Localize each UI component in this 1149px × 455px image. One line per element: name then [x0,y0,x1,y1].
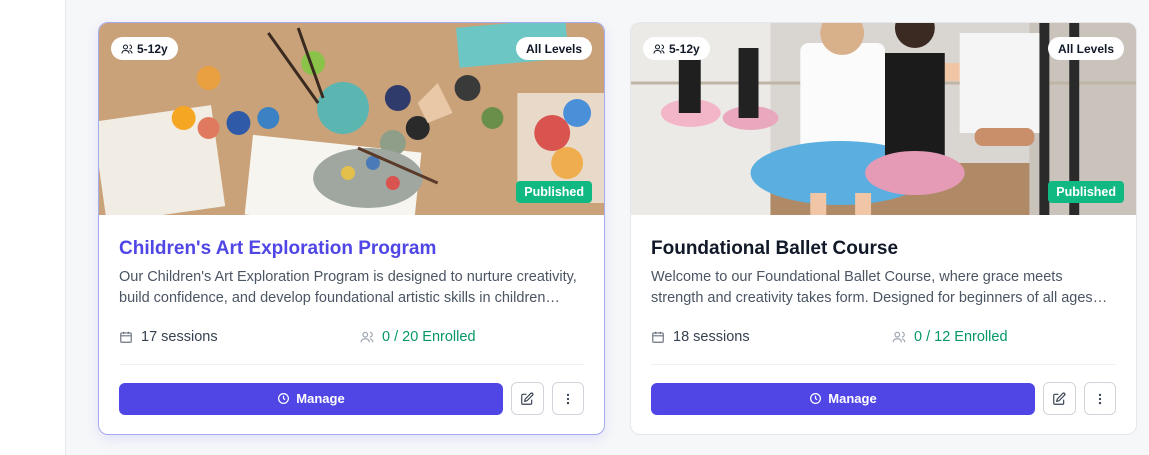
age-range-badge: 5-12y [111,37,178,60]
manage-label: Manage [296,391,345,406]
more-vertical-icon [566,393,569,404]
enrolled-count: 0 / 20 Enrolled [360,329,476,345]
manage-button[interactable]: Manage [119,382,503,415]
status-badge: Published [516,181,592,203]
manage-label: Manage [828,391,877,406]
clock-icon [278,393,290,404]
calendar-icon [652,331,664,343]
level-badge: All Levels [515,37,592,60]
users-icon [121,44,133,54]
status-badge: Published [1048,181,1124,203]
course-title[interactable]: Children's Art Exploration Program [119,235,584,263]
course-card-ballet[interactable]: 5-12y All Levels Published Foundational … [630,22,1137,435]
course-image-ballet: 5-12y All Levels Published [631,23,1136,215]
edit-button[interactable] [511,382,544,415]
course-title[interactable]: Foundational Ballet Course [651,235,1116,263]
more-vertical-icon [1098,393,1101,404]
users-icon [360,331,374,342]
users-icon [892,331,906,342]
edit-icon [1053,392,1066,405]
sessions-text: 18 sessions [673,328,750,345]
divider [651,364,1116,365]
level-text: All Levels [1057,41,1114,56]
age-range-text: 5-12y [137,41,168,56]
enrolled-text: 0 / 20 Enrolled [382,328,476,345]
sidebar-panel [0,0,66,455]
enrolled-text: 0 / 12 Enrolled [914,328,1008,345]
course-description: Welcome to our Foundational Ballet Cours… [651,269,1093,306]
enrolled-count: 0 / 12 Enrolled [892,329,1008,345]
users-icon [653,44,665,54]
level-text: All Levels [525,41,582,56]
course-card-art[interactable]: 5-12y All Levels Published Children's Ar… [98,22,605,435]
level-badge: All Levels [1047,37,1124,60]
age-range-badge: 5-12y [643,37,710,60]
calendar-icon [120,331,132,343]
course-image-art: 5-12y All Levels Published [99,23,604,215]
course-description: Our Children's Art Exploration Program i… [119,269,577,306]
more-options-button[interactable] [1083,382,1116,415]
clock-icon [810,393,822,404]
age-range-text: 5-12y [669,41,700,56]
manage-button[interactable]: Manage [651,382,1035,415]
edit-icon [521,392,534,405]
more-options-button[interactable] [551,382,584,415]
divider [119,364,584,365]
sessions-count: 18 sessions [651,329,892,345]
edit-button[interactable] [1043,382,1076,415]
sessions-count: 17 sessions [119,329,360,345]
sessions-text: 17 sessions [141,328,218,345]
